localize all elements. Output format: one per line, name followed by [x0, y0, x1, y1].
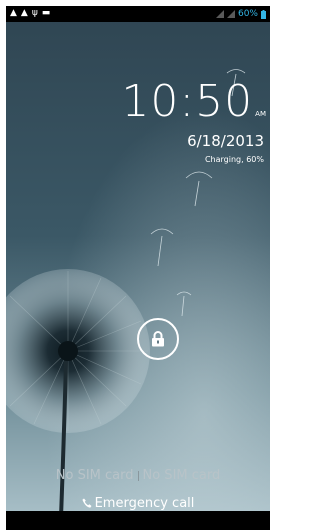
system-icons: 60% [215, 8, 266, 20]
battery-icon [261, 9, 266, 19]
sim-separator [137, 470, 139, 481]
usb-icon: ψ [31, 8, 38, 18]
status-bar: ▲ ▲ ψ ▬ 60% [6, 6, 270, 22]
emergency-call-label: Emergency call [94, 496, 195, 511]
clock-ampm: AM [255, 110, 266, 118]
emergency-call-button[interactable]: Emergency call [6, 496, 270, 511]
signal-icon [215, 10, 224, 18]
battery-percent: 60% [237, 9, 258, 19]
notification-icons: ▲ ▲ ψ ▬ [10, 8, 50, 18]
warning-icon: ▲ [10, 8, 17, 18]
gamepad-icon: ▬ [41, 8, 51, 18]
sim-slot-1-status: No SIM card [55, 468, 134, 483]
unlock-handle[interactable] [137, 318, 179, 360]
clock: 10:50 AM [6, 78, 266, 126]
charging-status: Charging, 60% [204, 155, 264, 164]
sim-status: No SIM card No SIM card [6, 468, 270, 483]
warning-icon: ▲ [20, 8, 28, 18]
lock-icon [152, 331, 164, 347]
clock-date: 6/18/2013 [187, 132, 264, 150]
clock-time: 10:50 [121, 76, 254, 127]
navigation-bar [6, 511, 270, 530]
signal-icon [226, 10, 235, 18]
lock-screen: ▲ ▲ ψ ▬ 60% 10:50 AM 6/18/2013 Charging, … [6, 6, 270, 517]
sim-slot-2-status: No SIM card [142, 468, 221, 483]
phone-icon [81, 498, 92, 508]
